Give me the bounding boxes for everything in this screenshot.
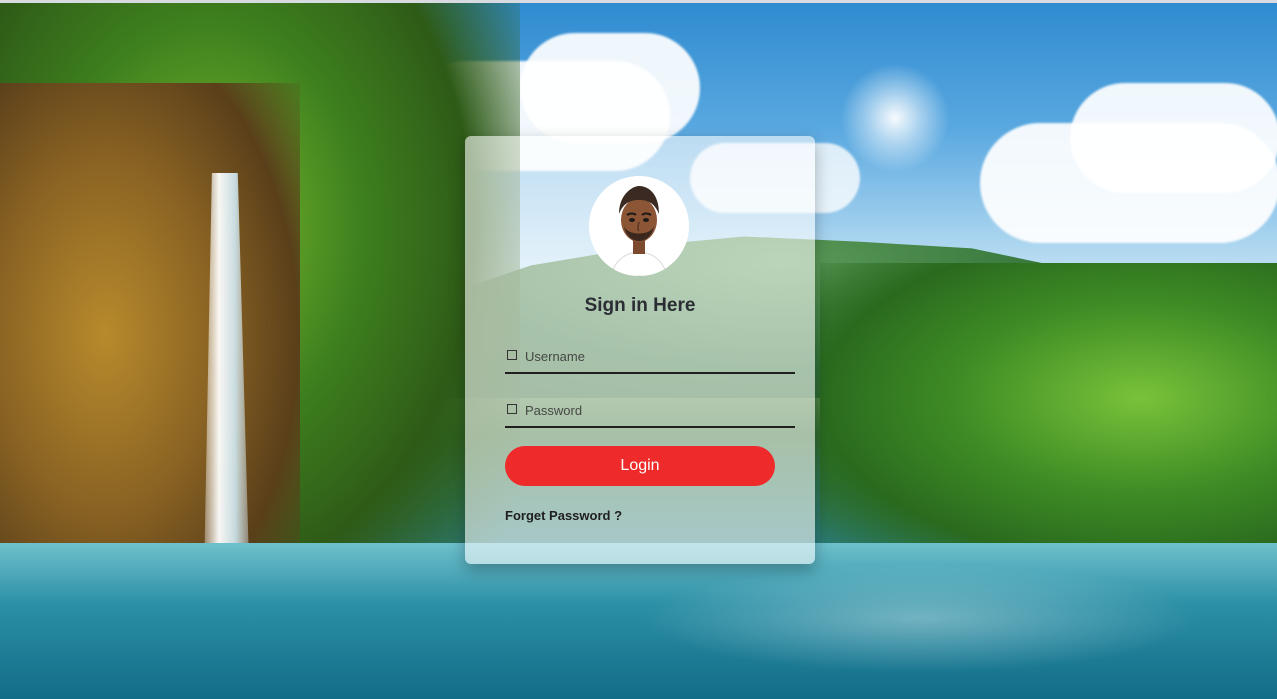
lock-icon (507, 404, 517, 414)
login-button[interactable]: Login (505, 446, 775, 486)
sun-glare (840, 63, 950, 173)
forgot-password-link[interactable]: Forget Password ? (505, 508, 622, 523)
cloud (520, 33, 700, 143)
login-card: Sign in Here Login Forget Password ? (465, 136, 815, 564)
forest-right (820, 263, 1277, 563)
user-avatar (589, 176, 689, 276)
cloud (1070, 83, 1277, 193)
avatar-illustration (589, 176, 689, 276)
password-field[interactable] (505, 392, 795, 428)
sign-in-title: Sign in Here (584, 295, 696, 316)
water-reflection (640, 563, 1200, 673)
user-icon (507, 350, 517, 360)
username-input[interactable] (523, 344, 787, 368)
username-field[interactable] (505, 338, 795, 374)
password-input[interactable] (523, 398, 787, 422)
